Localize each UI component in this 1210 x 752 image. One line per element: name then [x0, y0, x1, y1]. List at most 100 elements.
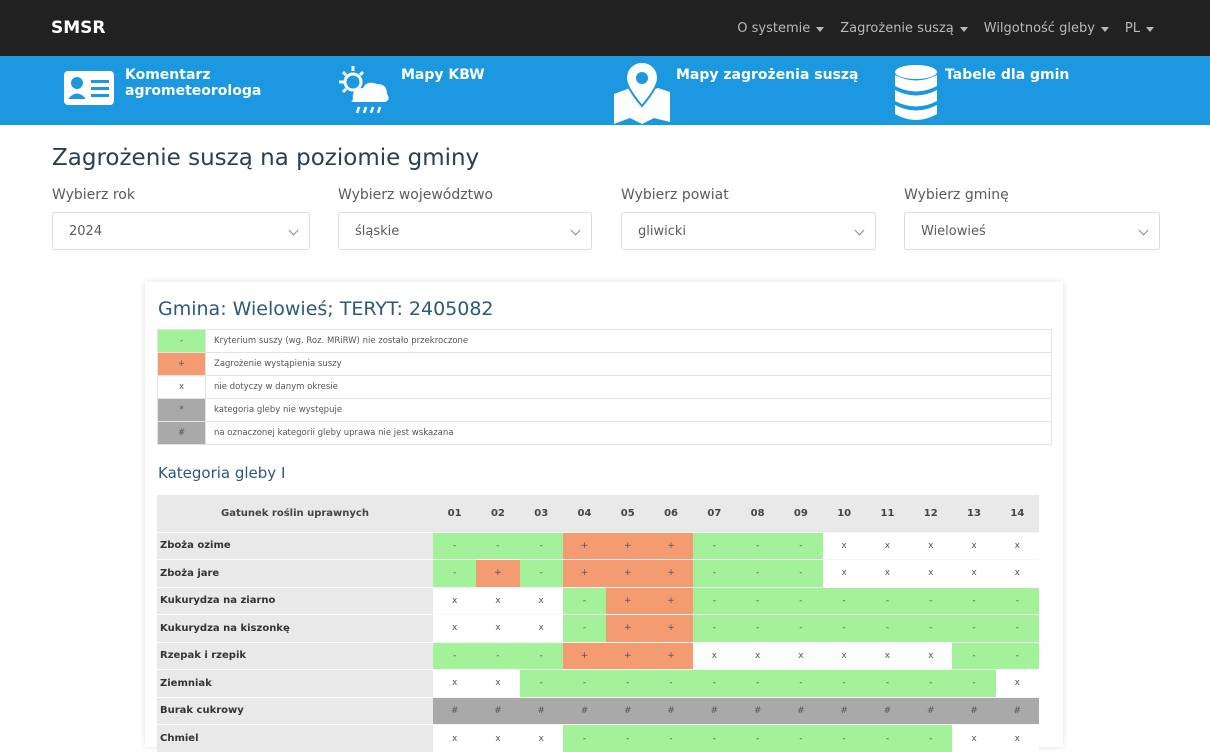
county-value: gliwicki [638, 224, 686, 239]
cell-no-drought: - [996, 615, 1039, 643]
crop-column-header: Gatunek roślin uprawnych [157, 495, 433, 532]
tables-button[interactable]: Tabele dla gmin [893, 56, 1069, 125]
cell-not-applicable: x [952, 532, 995, 560]
card-title: Gmina: Wielowieś; TERYT: 2405082 [158, 298, 494, 320]
cell-not-recommended: # [476, 697, 519, 725]
drought-maps-label: Mapy zagrożenia suszą [676, 56, 859, 83]
cell-not-applicable: x [909, 642, 952, 670]
cell-not-recommended: # [952, 697, 995, 725]
top-menu: O systemie Zagrożenie suszą Wilgotność g… [737, 21, 1154, 36]
cell-not-applicable: x [866, 532, 909, 560]
cell-no-drought: - [866, 725, 909, 752]
cell-no-drought: - [649, 670, 692, 698]
cell-no-drought: - [520, 642, 563, 670]
cell-no-drought: - [779, 560, 822, 588]
cell-no-drought: - [952, 642, 995, 670]
cell-no-drought: - [996, 642, 1039, 670]
cell-no-drought: - [433, 642, 476, 670]
cell-no-drought: - [736, 725, 779, 752]
cell-not-applicable: x [909, 560, 952, 588]
gmina-label: Wybierz gminę [904, 187, 1009, 203]
cell-not-applicable: x [996, 532, 1039, 560]
cell-no-drought: - [433, 532, 476, 560]
table-row: Zboża ozime---+++---xxxxx [157, 532, 1039, 560]
cell-not-applicable: x [476, 670, 519, 698]
legend-row: *kategoria gleby nie występuje [158, 399, 1052, 422]
legend-row: -Kryterium suszy (wg. Roz. MRiRW) nie zo… [158, 330, 1052, 353]
legend-swatch-risk: + [158, 353, 206, 376]
table-row: Zboża jare-+-+++---xxxxx [157, 560, 1039, 588]
caret-down-icon [816, 27, 824, 32]
table-row: Kukurydza na kiszonkęxxx-++-------- [157, 615, 1039, 643]
drought-maps-button[interactable]: Mapy zagrożenia suszą [612, 56, 859, 125]
cell-not-recommended: # [433, 697, 476, 725]
cell-no-drought: - [476, 532, 519, 560]
voivodeship-select[interactable]: śląskie [338, 212, 592, 250]
cell-no-drought: - [693, 587, 736, 615]
kbw-maps-button[interactable]: Mapy KBW [335, 56, 485, 125]
county-select[interactable]: gliwicki [621, 212, 876, 250]
table-header-row: Gatunek roślin uprawnych0102030405060708… [157, 495, 1039, 532]
cell-drought-risk: + [649, 587, 692, 615]
cell-not-applicable: x [736, 642, 779, 670]
brand-logo[interactable]: SMSR [51, 18, 106, 38]
crop-name: Kukurydza na ziarno [157, 587, 433, 615]
cell-no-drought: - [736, 560, 779, 588]
crop-name: Ziemniak [157, 670, 433, 698]
menu-language[interactable]: PL [1125, 21, 1154, 36]
cell-no-drought: - [520, 532, 563, 560]
cell-no-drought: - [693, 532, 736, 560]
cell-not-recommended: # [693, 697, 736, 725]
cell-drought-risk: + [649, 642, 692, 670]
cell-drought-risk: + [606, 587, 649, 615]
cell-not-applicable: x [866, 560, 909, 588]
period-header-14: 14 [996, 495, 1039, 532]
table-row: Rzepak i rzepik---+++xxxxxx-- [157, 642, 1039, 670]
comment-button[interactable]: Komentarzagrometeorologa [63, 56, 261, 125]
caret-down-icon [1101, 27, 1109, 32]
year-value: 2024 [69, 224, 102, 239]
cell-no-drought: - [563, 725, 606, 752]
cell-no-drought: - [693, 560, 736, 588]
gmina-select[interactable]: Wielowieś [904, 212, 1160, 250]
cell-not-applicable: x [476, 615, 519, 643]
table-row: Kukurydza na ziarnoxxx-++-------- [157, 587, 1039, 615]
cell-no-drought: - [736, 615, 779, 643]
legend-text: na oznaczonej kategorii gleby uprawa nie… [206, 422, 1052, 445]
cell-not-applicable: x [996, 670, 1039, 698]
year-select[interactable]: 2024 [52, 212, 310, 250]
cell-not-recommended: # [823, 697, 866, 725]
cell-not-applicable: x [866, 642, 909, 670]
comment-label: Komentarzagrometeorologa [125, 56, 261, 99]
cell-not-applicable: x [693, 642, 736, 670]
caret-down-icon [1146, 27, 1154, 32]
menu-about[interactable]: O systemie [737, 21, 824, 36]
chevron-down-icon [571, 226, 581, 236]
period-header-11: 11 [866, 495, 909, 532]
legend-text: kategoria gleby nie występuje [206, 399, 1052, 422]
cell-not-recommended: # [779, 697, 822, 725]
cell-no-drought: - [779, 532, 822, 560]
page-title: Zagrożenie suszą na poziomie gminy [52, 145, 479, 171]
cell-no-drought: - [909, 615, 952, 643]
legend-swatch-not-recommended: # [158, 422, 206, 445]
legend-row: +Zagrożenie wystąpienia suszy [158, 353, 1052, 376]
cell-no-drought: - [952, 670, 995, 698]
menu-soil-moisture[interactable]: Wilgotność gleby [984, 21, 1109, 36]
menu-drought[interactable]: Zagrożenie suszą [840, 21, 968, 36]
drought-table: Gatunek roślin uprawnych0102030405060708… [157, 495, 1039, 752]
legend-row: #na oznaczonej kategorii gleby uprawa ni… [158, 422, 1052, 445]
cell-not-applicable: x [476, 725, 519, 752]
crop-name: Zboża jare [157, 560, 433, 588]
cell-no-drought: - [606, 670, 649, 698]
cell-not-applicable: x [909, 532, 952, 560]
cell-drought-risk: + [563, 642, 606, 670]
period-header-05: 05 [606, 495, 649, 532]
period-header-06: 06 [649, 495, 692, 532]
gmina-card: Gmina: Wielowieś; TERYT: 2405082 -Kryter… [145, 282, 1063, 747]
legend-text: Kryterium suszy (wg. Roz. MRiRW) nie zos… [206, 330, 1052, 353]
table-row: Burak cukrowy############## [157, 697, 1039, 725]
voivodeship-label: Wybierz województwo [338, 187, 493, 203]
crop-name: Kukurydza na kiszonkę [157, 615, 433, 643]
cell-not-applicable: x [996, 560, 1039, 588]
